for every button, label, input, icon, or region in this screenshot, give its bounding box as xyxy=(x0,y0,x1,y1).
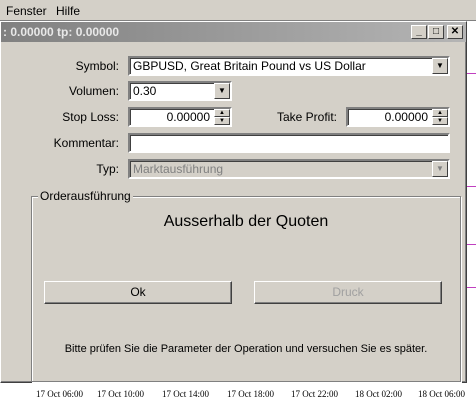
time-label: 17 Oct 22:00 xyxy=(291,389,338,399)
execution-group-title: Orderausführung xyxy=(38,189,133,203)
symbol-value: GBPUSD, Great Britain Pound vs US Dollar xyxy=(133,59,366,73)
comment-input[interactable] xyxy=(128,133,450,153)
symbol-label: Symbol: xyxy=(75,59,119,73)
chevron-down-icon[interactable]: ▼ xyxy=(432,58,448,74)
close-button[interactable]: ✕ xyxy=(447,25,463,39)
type-value: Marktausführung xyxy=(133,162,224,176)
minimize-icon: _ xyxy=(416,26,422,37)
volume-value: 0.30 xyxy=(133,84,157,98)
execution-status-message: Ausserhalb der Quoten xyxy=(163,213,329,230)
time-label: 17 Oct 06:00 xyxy=(36,389,83,399)
order-dialog: : 0.00000 tp: 0.00000 _ □ ✕ Symbol: GBPU… xyxy=(0,21,467,383)
dialog-title: : 0.00000 tp: 0.00000 xyxy=(3,25,120,39)
chevron-down-icon: ▼ xyxy=(432,161,448,177)
chart-line-marker xyxy=(466,244,476,245)
stop-loss-label: Stop Loss: xyxy=(62,110,119,124)
volume-select[interactable]: 0.30 ▼ xyxy=(128,81,232,101)
chart-line-marker xyxy=(466,287,476,288)
ok-button[interactable]: Ok xyxy=(44,281,232,304)
spin-down-icon[interactable]: ▼ xyxy=(432,117,448,125)
time-label: 18 Oct 02:00 xyxy=(355,389,402,399)
spin-down-icon[interactable]: ▼ xyxy=(214,117,230,125)
close-icon: ✕ xyxy=(450,26,460,37)
stop-loss-value: 0.00000 xyxy=(166,110,210,124)
spin-up-icon[interactable]: ▲ xyxy=(214,109,230,117)
take-profit-label: Take Profit: xyxy=(276,110,337,124)
comment-label: Kommentar: xyxy=(53,136,119,150)
type-label: Typ: xyxy=(96,162,119,176)
time-label: 18 Oct 06:00 xyxy=(418,389,465,399)
print-button: Druck xyxy=(254,281,442,304)
maximize-button[interactable]: □ xyxy=(428,25,444,39)
maximize-icon: □ xyxy=(432,26,440,37)
take-profit-value: 0.00000 xyxy=(384,110,428,124)
time-label: 17 Oct 14:00 xyxy=(162,389,209,399)
menubar: Fenster Hilfe xyxy=(0,0,476,21)
execution-hint: Bitte prüfen Sie die Parameter der Opera… xyxy=(64,343,428,355)
chart-line-marker xyxy=(466,73,476,74)
time-axis: 17 Oct 06:00 17 Oct 10:00 17 Oct 14:00 1… xyxy=(0,385,476,403)
time-label: 17 Oct 10:00 xyxy=(97,389,144,399)
chart-line-marker xyxy=(466,186,476,187)
take-profit-input[interactable]: 0.00000 ▲ ▼ xyxy=(346,107,450,127)
minimize-button[interactable]: _ xyxy=(411,25,427,39)
symbol-select[interactable]: GBPUSD, Great Britain Pound vs US Dollar… xyxy=(128,56,450,76)
type-select: Marktausführung ▼ xyxy=(128,159,450,179)
stop-loss-input[interactable]: 0.00000 ▲ ▼ xyxy=(128,107,232,127)
time-label: 17 Oct 18:00 xyxy=(227,389,274,399)
dialog-titlebar[interactable]: : 0.00000 tp: 0.00000 _ □ ✕ xyxy=(1,22,466,42)
menu-hilfe[interactable]: Hilfe xyxy=(56,4,80,18)
menu-fenster[interactable]: Fenster xyxy=(6,4,47,18)
spin-up-icon[interactable]: ▲ xyxy=(432,109,448,117)
chevron-down-icon[interactable]: ▼ xyxy=(214,83,230,99)
volume-label: Volumen: xyxy=(68,84,119,98)
